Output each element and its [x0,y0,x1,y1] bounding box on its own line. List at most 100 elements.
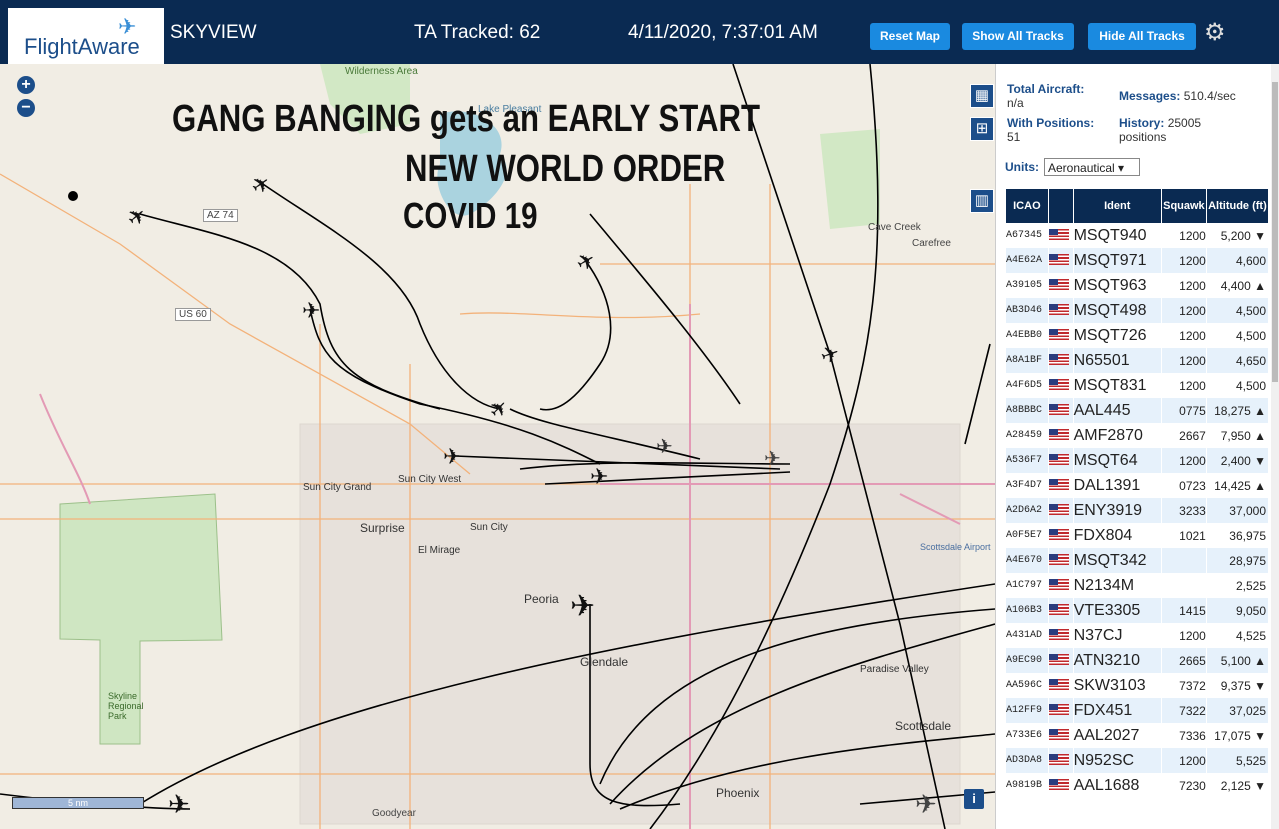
table-row[interactable]: A4EBB0 MSQT726 1200 4,500 [1006,323,1268,348]
altitude-cell: 4,600 [1206,248,1268,273]
table-row[interactable]: A2D6A2 ENY3919 3233 37,000 [1006,498,1268,523]
col-altitude[interactable]: Altitude (ft) [1206,189,1268,223]
table-row[interactable]: A1C797 N2134M 2,525 [1006,573,1268,598]
altitude-cell: 5,100 ▲ [1206,648,1268,673]
aircraft-icon[interactable]: ✈ [168,789,190,820]
table-row[interactable]: A4F6D5 MSQT831 1200 4,500 [1006,373,1268,398]
ident-cell: MSQT342 [1073,548,1161,573]
aircraft-icon[interactable]: ✈ [590,464,608,490]
ident-cell: SKW3103 [1073,673,1161,698]
zoom-in-button[interactable]: + [17,76,35,94]
plane-icon: ✈ [118,14,137,39]
altitude-cell: 18,275 ▲ [1206,398,1268,423]
col-ident[interactable]: Ident [1073,189,1161,223]
squawk-cell: 1200 [1161,623,1206,648]
icao-cell: A2D6A2 [1006,498,1048,523]
info-button[interactable]: i [964,789,984,809]
col-icao[interactable]: ICAO [1006,189,1048,223]
messages-label: Messages: [1119,89,1181,103]
table-row[interactable]: A536F7 MSQT64 1200 2,400 ▼ [1006,448,1268,473]
map-layer-icon[interactable]: ▦ [970,84,994,108]
top-bar: FlightAware ✈ SKYVIEW TA Tracked: 62 4/1… [0,0,1279,64]
history-label: History: [1119,116,1165,130]
place-label: Phoenix [716,786,760,800]
icao-cell: A0F5E7 [1006,523,1048,548]
table-row[interactable]: A106B3 VTE3305 1415 9,050 [1006,598,1268,623]
panel-scrollbar-thumb[interactable] [1272,82,1278,382]
grid-icon[interactable]: ⊞ [970,117,994,141]
table-row[interactable]: AB3D46 MSQT498 1200 4,500 [1006,298,1268,323]
table-header: ICAO Ident Squawk Altitude (ft) [1006,189,1268,223]
table-row[interactable]: A28459 AMF2870 2667 7,950 ▲ [1006,423,1268,448]
squawk-cell: 1200 [1161,248,1206,273]
hide-all-tracks-button[interactable]: Hide All Tracks [1088,23,1196,50]
aircraft-icon[interactable]: ✈ [302,298,320,324]
table-row[interactable]: A9EC90 ATN3210 2665 5,100 ▲ [1006,648,1268,673]
table-row[interactable]: A67345 MSQT940 1200 5,200 ▼ [1006,223,1268,248]
col-flag[interactable] [1048,189,1073,223]
messages-value: 510.4/sec [1183,89,1236,103]
flightaware-logo[interactable]: FlightAware ✈ [8,8,164,64]
icao-cell: A536F7 [1006,448,1048,473]
us-flag-icon [1048,678,1069,690]
table-row[interactable]: AD3DA8 N952SC 1200 5,525 [1006,748,1268,773]
units-select[interactable]: Aeronautical ▾ [1044,158,1140,176]
show-all-tracks-button[interactable]: Show All Tracks [962,23,1074,50]
history-unit: positions [1119,130,1167,144]
history: History: 25005 positions [1119,116,1201,144]
icao-cell: A9819B [1006,773,1048,798]
table-row[interactable]: A4E670 MSQT342 28,975 [1006,548,1268,573]
us-flag-icon [1048,253,1069,265]
table-row[interactable]: A733E6 AAL2027 7336 17,075 ▼ [1006,723,1268,748]
table-row[interactable]: A8A1BF N65501 1200 4,650 [1006,348,1268,373]
ident-cell: AAL1688 [1073,773,1161,798]
aircraft-icon[interactable]: ✈ [443,444,461,470]
columns-icon[interactable]: ▥ [970,189,994,213]
table-row[interactable]: A4E62A MSQT971 1200 4,600 [1006,248,1268,273]
table-row[interactable]: A9819B AAL1688 7230 2,125 ▼ [1006,773,1268,798]
table-row[interactable]: A431AD N37CJ 1200 4,525 [1006,623,1268,648]
table-row[interactable]: A3F4D7 DAL1391 0723 14,425 ▲ [1006,473,1268,498]
squawk-cell: 1200 [1161,373,1206,398]
aircraft-icon[interactable]: ✈ [570,589,595,624]
table-row[interactable]: A8BBBC AAL445 0775 18,275 ▲ [1006,398,1268,423]
reset-map-button[interactable]: Reset Map [870,23,950,50]
tracked-count: TA Tracked: 62 [414,22,541,43]
place-label: Wilderness Area [345,66,418,77]
us-flag-icon [1048,628,1069,640]
us-flag-icon [1048,703,1069,715]
road-shield: AZ 74 [203,209,238,222]
icao-cell: AA596C [1006,673,1048,698]
gear-icon[interactable]: ⚙ [1204,18,1226,47]
squawk-cell: 1200 [1161,223,1206,248]
squawk-cell: 1200 [1161,348,1206,373]
units-label: Units: [1005,160,1039,174]
place-label: Paradise Valley [860,664,929,675]
ident-cell: AAL2027 [1073,723,1161,748]
icao-cell: A1C797 [1006,573,1048,598]
altitude-cell: 2,125 ▼ [1206,773,1268,798]
table-row[interactable]: A0F5E7 FDX804 1021 36,975 [1006,523,1268,548]
flag-icon [1048,523,1073,548]
marker-dot [68,191,78,201]
flag-icon [1048,373,1073,398]
squawk-cell: 7372 [1161,673,1206,698]
place-label: Peoria [524,592,559,606]
col-squawk[interactable]: Squawk [1161,189,1206,223]
ident-cell: MSQT940 [1073,223,1161,248]
table-row[interactable]: A12FF9 FDX451 7322 37,025 [1006,698,1268,723]
aircraft-icon[interactable]: ✈ [656,434,673,459]
table-row[interactable]: A39105 MSQT963 1200 4,400 ▲ [1006,273,1268,298]
map-view[interactable]: ✈ ✈ ✈ ✈ ✈ ✈ ✈ ✈ ✈ ✈ ✈ ✈ ✈ Wilderness Are… [0,64,995,829]
us-flag-icon [1048,553,1069,565]
icao-cell: A733E6 [1006,723,1048,748]
flag-icon [1048,223,1073,248]
us-flag-icon [1048,778,1069,790]
aircraft-icon[interactable]: ✈ [764,446,781,471]
icao-cell: A28459 [1006,423,1048,448]
altitude-cell: 14,425 ▲ [1206,473,1268,498]
aircraft-icon[interactable]: ✈ [915,789,937,820]
overlay-text-line-3: COVID 19 [403,195,538,236]
table-row[interactable]: AA596C SKW3103 7372 9,375 ▼ [1006,673,1268,698]
zoom-out-button[interactable]: − [17,99,35,117]
